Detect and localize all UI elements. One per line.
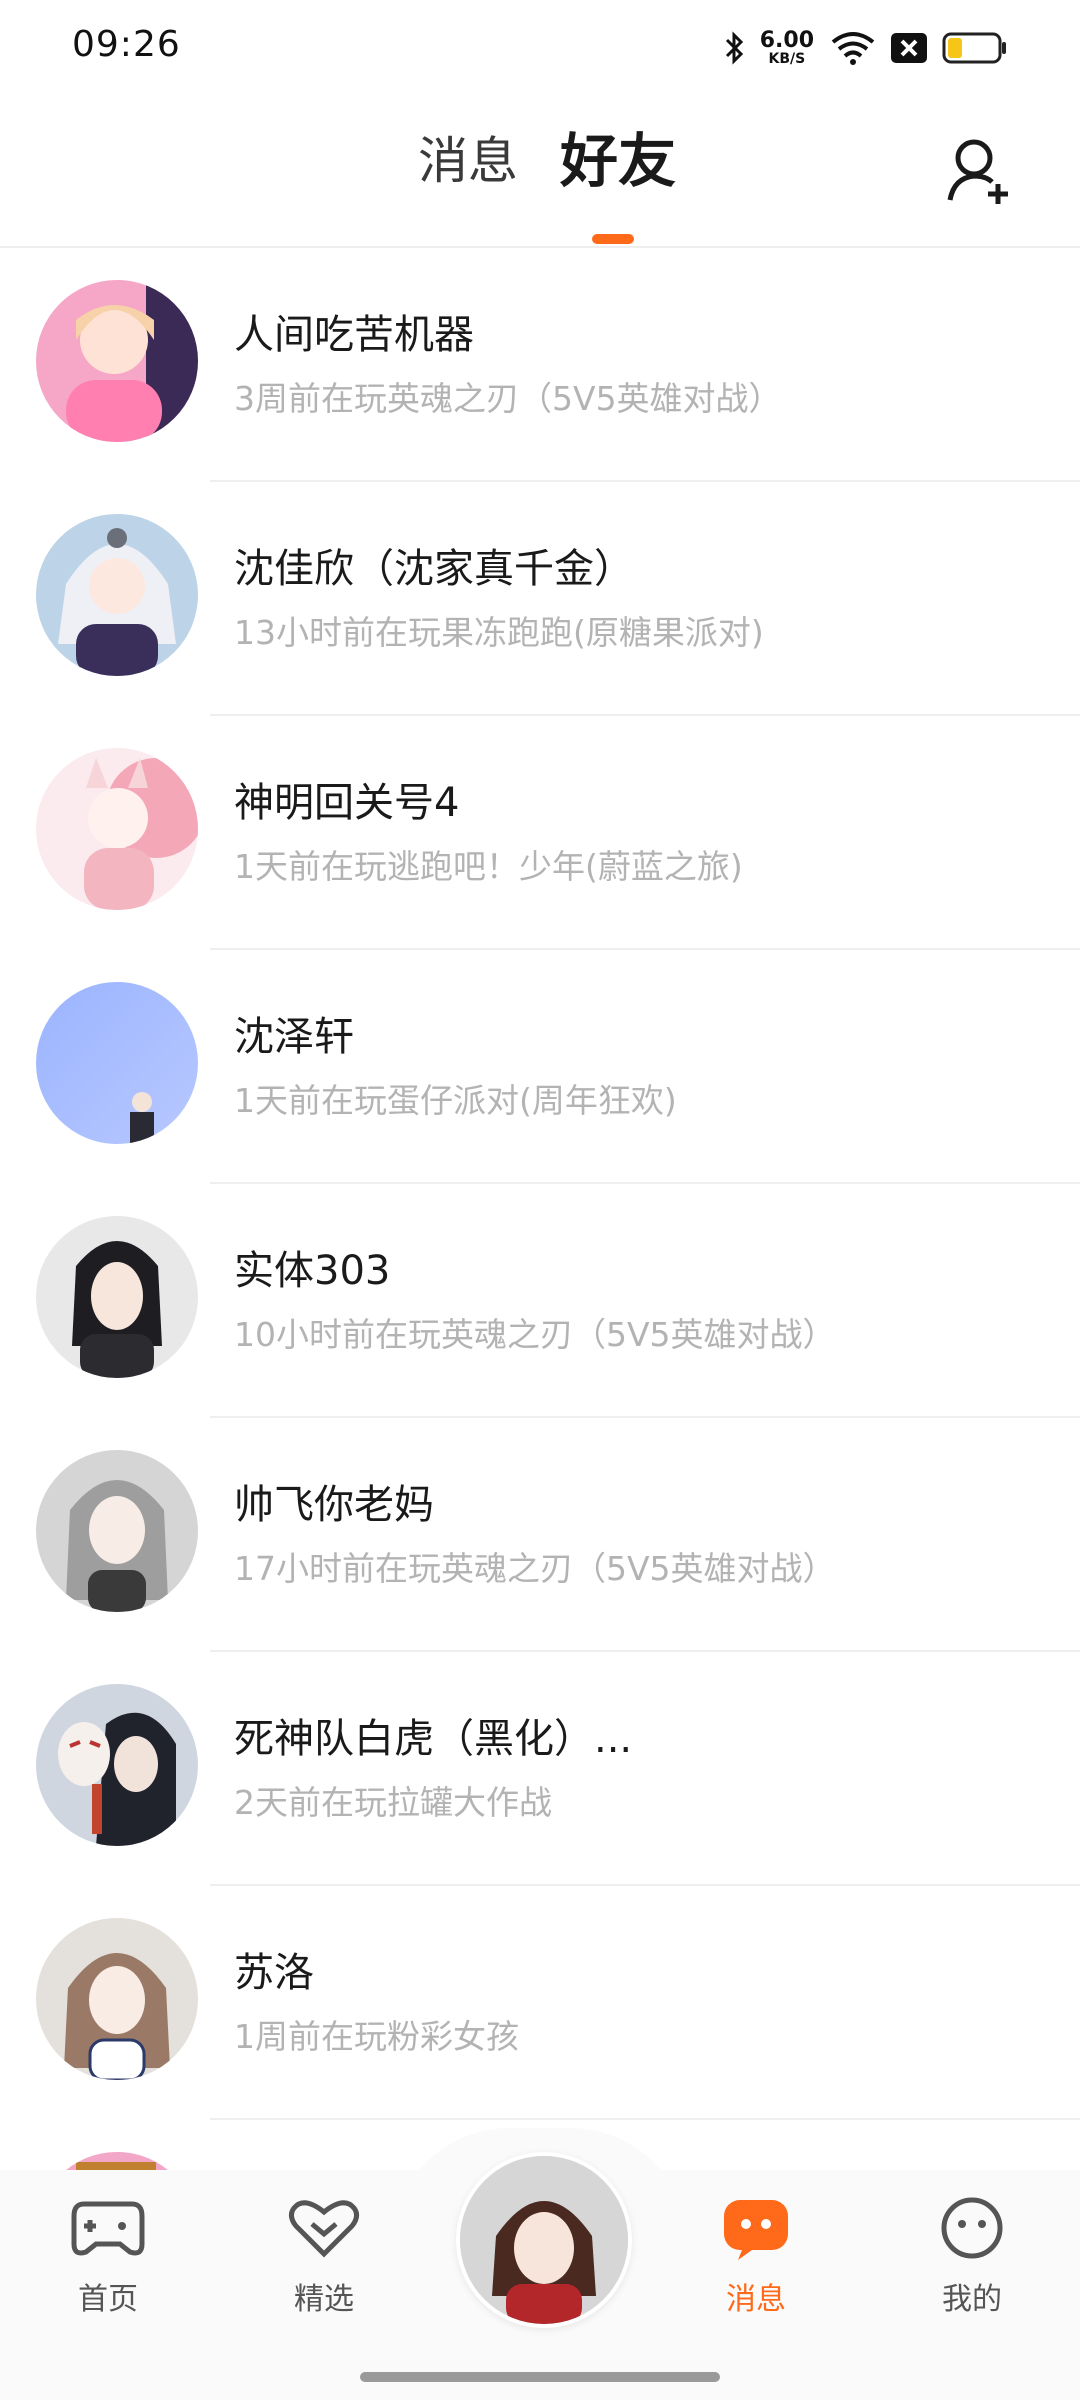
home-indicator[interactable] [360,2372,720,2382]
face-icon [934,2197,1010,2264]
wifi-icon [830,30,876,66]
tab-messages[interactable]: 消息 [418,136,518,186]
battery-icon [942,31,1008,65]
nav-messages[interactable]: 消息 [696,2196,816,2318]
network-speed: 6.00 KB/S [759,28,814,67]
friend-row[interactable]: 苏洛 1周前在玩粉彩女孩 [0,1886,1080,2120]
friend-status: 13小时前在玩果冻跑跑(原糖果派对) [234,613,764,652]
friend-name: 沈泽轩 [234,1014,354,1060]
avatar[interactable] [36,1918,198,2080]
friend-status: 10小时前在玩英魂之刃（5V5英雄对战） [234,1315,836,1354]
close-box-icon [890,31,928,65]
friend-name: 苏洛 [234,1950,314,1996]
nav-label: 我的 [942,2282,1002,2317]
friend-list: 人间吃苦机器 3周前在玩英魂之刃（5V5英雄对战） 沈佳欣（沈家真千金） 13小… [0,248,1080,2354]
nav-mine[interactable]: 我的 [912,2196,1032,2318]
avatar[interactable] [36,1450,198,1612]
nav-label: 消息 [726,2282,786,2317]
tab-friends[interactable]: 好友 [560,132,676,190]
friend-row[interactable]: 实体303 10小时前在玩英魂之刃（5V5英雄对战） [0,1184,1080,1418]
friend-name: 实体303 [234,1248,391,1294]
friend-status: 2天前在玩拉罐大作战 [234,1783,552,1822]
nav-label: 精选 [294,2282,354,2317]
friend-row[interactable]: 沈泽轩 1天前在玩蛋仔派对(周年狂欢) [0,950,1080,1184]
friend-row[interactable]: 死神队白虎（黑化）... 2天前在玩拉罐大作战 [0,1652,1080,1886]
active-tab-indicator [592,234,634,244]
avatar[interactable] [36,1684,198,1846]
friend-row[interactable]: 神明回关号4 1天前在玩逃跑吧！少年(蔚蓝之旅) [0,716,1080,950]
status-time: 09:26 [72,24,181,65]
avatar[interactable] [36,982,198,1144]
heart-icon [286,2200,362,2264]
network-speed-value: 6.00 [759,28,814,53]
avatar[interactable] [36,280,198,442]
friend-name: 神明回关号4 [234,780,460,826]
friend-status: 3周前在玩英魂之刃（5V5英雄对战） [234,379,782,418]
friend-name: 人间吃苦机器 [234,312,474,358]
friend-row[interactable]: 人间吃苦机器 3周前在玩英魂之刃（5V5英雄对战） [0,248,1080,482]
add-person-icon[interactable] [946,134,1016,208]
friend-status: 1天前在玩逃跑吧！少年(蔚蓝之旅) [234,847,743,886]
avatar[interactable] [36,514,198,676]
center-avatar[interactable] [456,2152,632,2328]
header: 消息 好友 [0,96,1080,248]
nav-home[interactable]: 首页 [48,2196,168,2318]
gamepad-icon [70,2201,146,2264]
status-icons: 6.00 KB/S [724,26,1008,70]
friend-status: 1周前在玩粉彩女孩 [234,2017,519,2056]
friend-status: 17小时前在玩英魂之刃（5V5英雄对战） [234,1549,836,1588]
network-speed-unit: KB/S [768,51,806,67]
status-bar: 09:26 6.00 KB/S [0,0,1080,96]
nav-label: 首页 [78,2282,138,2317]
friend-name: 死神队白虎（黑化）... [234,1716,633,1762]
bluetooth-icon [724,30,746,66]
chat-bubble-icon [718,2200,794,2264]
friend-name: 沈佳欣（沈家真千金） [234,546,634,592]
friend-status: 1天前在玩蛋仔派对(周年狂欢) [234,1081,677,1120]
friend-row[interactable]: 沈佳欣（沈家真千金） 13小时前在玩果冻跑跑(原糖果派对) [0,482,1080,716]
friend-name: 帅飞你老妈 [234,1482,434,1528]
friend-row[interactable]: 帅飞你老妈 17小时前在玩英魂之刃（5V5英雄对战） [0,1418,1080,1652]
avatar[interactable] [36,1216,198,1378]
nav-featured[interactable]: 精选 [264,2196,384,2318]
avatar[interactable] [36,748,198,910]
